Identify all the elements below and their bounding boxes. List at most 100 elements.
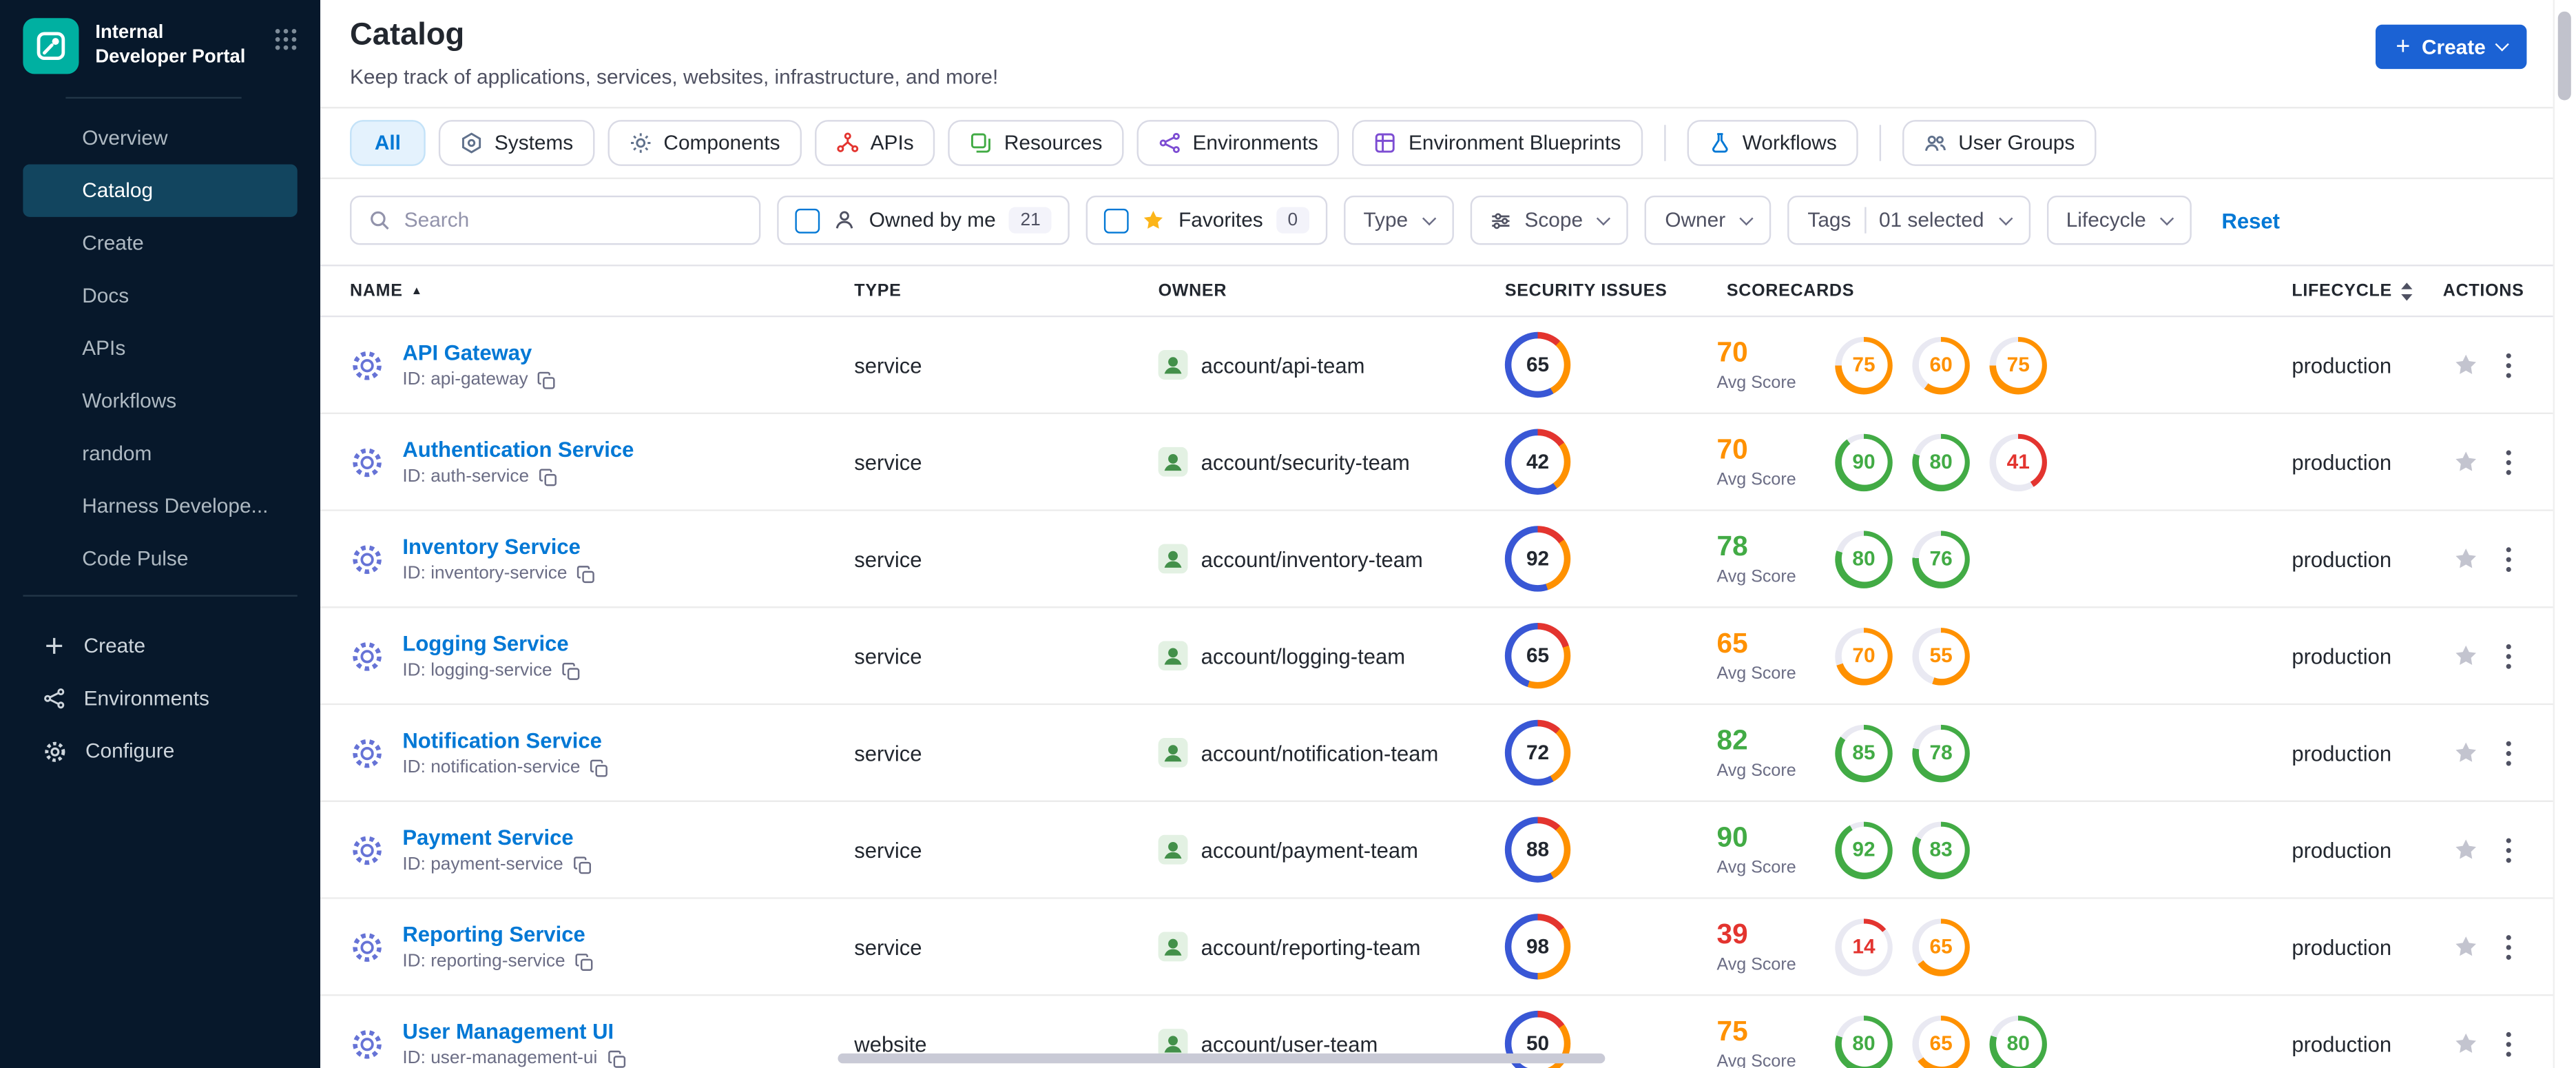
favorite-star-icon[interactable] <box>2453 836 2479 863</box>
tab-systems[interactable]: Systems <box>438 120 595 166</box>
vertical-scrollbar[interactable] <box>2553 0 2576 1068</box>
tab-components[interactable]: Components <box>607 120 802 166</box>
favorite-star-icon[interactable] <box>2453 449 2479 475</box>
entity-name-link[interactable]: API Gateway <box>402 340 556 365</box>
owner-cell: account/logging-team <box>1158 641 1479 671</box>
entity-name-link[interactable]: User Management UI <box>402 1019 625 1044</box>
environments-side-icon <box>43 687 65 710</box>
sidebar-item-random[interactable]: random <box>23 427 297 480</box>
favorite-star-icon[interactable] <box>2453 739 2479 766</box>
tab-apis[interactable]: APIs <box>814 120 935 166</box>
tab-user-groups[interactable]: User Groups <box>1902 120 2097 166</box>
copy-icon[interactable] <box>573 855 591 874</box>
row-menu-icon[interactable] <box>2505 641 2512 670</box>
chevron-down-icon <box>1597 210 1612 225</box>
copy-icon[interactable] <box>538 371 556 389</box>
scorecard-value: 85 <box>1852 741 1876 765</box>
filter-owner-dropdown[interactable]: Owner <box>1645 195 1772 245</box>
sidebar-item-configure[interactable]: Configure <box>23 725 297 777</box>
copy-icon[interactable] <box>590 759 608 777</box>
entity-name-link[interactable]: Reporting Service <box>402 922 593 947</box>
copy-icon[interactable] <box>577 564 595 582</box>
sidebar-item-create[interactable]: Create <box>23 619 297 672</box>
scorecard-value: 76 <box>1929 547 1953 571</box>
row-menu-icon[interactable] <box>2505 545 2512 573</box>
lifecycle-value: production <box>2292 1031 2392 1056</box>
tab-environments[interactable]: Environments <box>1136 120 1340 166</box>
type-cell: service <box>854 353 1158 378</box>
copy-icon[interactable] <box>539 468 557 486</box>
avg-score-label: Avg Score <box>1716 858 1796 878</box>
logo-glyph <box>37 32 65 61</box>
column-header-lifecycle[interactable]: LIFECYCLE <box>2292 281 2442 300</box>
sidebar-item-apis[interactable]: APIs <box>23 322 297 374</box>
favorites-filter[interactable]: Favorites 0 <box>1086 195 1328 245</box>
filter-scope-dropdown[interactable]: Scope <box>1470 195 1629 245</box>
favorite-star-icon[interactable] <box>2453 351 2479 378</box>
sidebar-item-code-pulse[interactable]: Code Pulse <box>23 533 297 585</box>
create-button[interactable]: + Create <box>2376 24 2527 70</box>
security-issues-ring: 65 <box>1504 331 1571 398</box>
tab-resources[interactable]: Resources <box>948 120 1124 166</box>
column-header-scorecards[interactable]: SCORECARDS <box>1701 281 2292 301</box>
filter-type-dropdown[interactable]: Type <box>1343 195 1454 245</box>
favorites-checkbox[interactable] <box>1104 207 1130 233</box>
filter-label: Tags <box>1807 208 1851 232</box>
app-switcher-icon[interactable] <box>274 18 297 51</box>
lifecycle-cell: production <box>2292 546 2442 571</box>
tab-environment-blueprints[interactable]: Environment Blueprints <box>1352 120 1643 166</box>
sidebar-item-label: Environments <box>83 687 209 710</box>
owned-by-me-filter[interactable]: Owned by me 21 <box>777 195 1070 245</box>
row-menu-icon[interactable] <box>2505 933 2512 961</box>
favorite-star-icon[interactable] <box>2453 1031 2479 1057</box>
entity-name-link[interactable]: Authentication Service <box>402 437 634 462</box>
column-header-owner[interactable]: OWNER <box>1159 281 1479 301</box>
favorite-star-icon[interactable] <box>2453 546 2479 572</box>
owned-by-me-checkbox[interactable] <box>795 207 820 233</box>
entity-name-link[interactable]: Logging Service <box>402 631 580 656</box>
column-header-type[interactable]: TYPE <box>854 281 1158 301</box>
lifecycle-value: production <box>2292 352 2392 378</box>
entity-name-link[interactable]: Payment Service <box>402 825 591 850</box>
horizontal-scrollbar-thumb[interactable] <box>838 1053 1606 1064</box>
scorecard-ring: 65 <box>1912 918 1970 976</box>
search-input[interactable] <box>404 208 743 232</box>
copy-icon[interactable] <box>562 661 580 679</box>
sidebar-item-workflows[interactable]: Workflows <box>23 375 297 427</box>
column-header-actions[interactable]: ACTIONS <box>2443 281 2551 301</box>
sidebar-item-docs[interactable]: Docs <box>23 269 297 322</box>
entity-name-link[interactable]: Notification Service <box>402 728 608 753</box>
scorecard-value: 65 <box>1929 935 1953 958</box>
sidebar-item-overview[interactable]: Overview <box>23 112 297 164</box>
copy-icon[interactable] <box>607 1049 625 1067</box>
row-menu-icon[interactable] <box>2505 836 2512 864</box>
entity-name-link[interactable]: Inventory Service <box>402 534 595 559</box>
sidebar-item-create[interactable]: Create <box>23 217 297 269</box>
app-logo[interactable] <box>23 18 79 74</box>
favorite-star-icon[interactable] <box>2453 934 2479 960</box>
sidebar-item-harness-develope[interactable]: Harness Develope... <box>23 480 297 532</box>
favorite-star-icon[interactable] <box>2453 643 2479 669</box>
vertical-scrollbar-thumb[interactable] <box>2557 11 2571 101</box>
reset-filters-link[interactable]: Reset <box>2221 208 2279 233</box>
column-header-security-issues[interactable]: SECURITY ISSUES <box>1479 281 1701 301</box>
sidebar-item-environments[interactable]: Environments <box>23 672 297 725</box>
main-content: Catalog Keep track of applications, serv… <box>320 0 2576 1068</box>
owner-scm-icon <box>1158 834 1188 865</box>
scorecards-cell: 75 Avg Score 80 65 80 <box>1701 1014 2292 1068</box>
column-header-name[interactable]: NAME ▲ <box>350 281 854 301</box>
filter-tags-dropdown[interactable]: Tags 01 selected <box>1787 195 2030 245</box>
row-menu-icon[interactable] <box>2505 739 2512 767</box>
filter-lifecycle-dropdown[interactable]: Lifecycle <box>2046 195 2192 245</box>
scorecard-ring: 92 <box>1835 821 1893 879</box>
row-menu-icon[interactable] <box>2505 351 2512 379</box>
row-menu-icon[interactable] <box>2505 448 2512 476</box>
copy-icon[interactable] <box>575 952 593 970</box>
entity-id-row: ID: inventory-service <box>402 564 595 584</box>
row-menu-icon[interactable] <box>2505 1029 2512 1058</box>
tab-workflows[interactable]: Workflows <box>1686 120 1858 166</box>
name-cell: Reporting Service ID: reporting-service <box>350 922 854 972</box>
tab-all[interactable]: All <box>350 120 426 166</box>
scorecard-ring: 75 <box>1835 336 1893 394</box>
sidebar-item-catalog[interactable]: Catalog <box>23 164 298 217</box>
